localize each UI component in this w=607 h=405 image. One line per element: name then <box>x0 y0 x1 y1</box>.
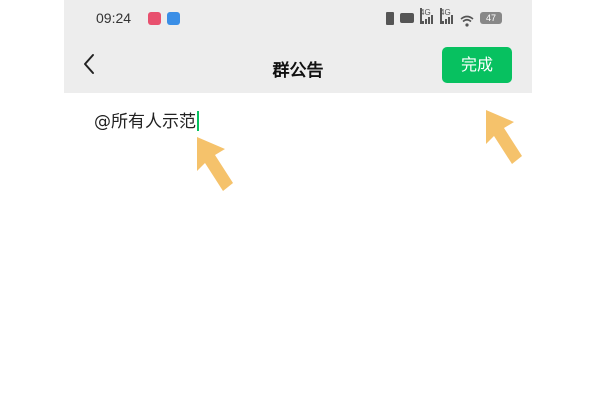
app-notification-icon <box>167 12 180 25</box>
vibrate-icon <box>386 11 394 25</box>
nav-bar: 群公告 完成 <box>64 36 532 93</box>
done-button[interactable]: 完成 <box>442 47 512 83</box>
battery-icon: 47 <box>480 12 502 24</box>
text-cursor <box>197 111 199 131</box>
announcement-editor[interactable]: @所有人示范 <box>64 93 532 405</box>
phone-screen: 09:24 4G 4G 47 群公告 完成 @所有人示范 <box>64 0 532 405</box>
status-icons: 4G 4G 47 <box>386 8 502 27</box>
signal-icon: 4G <box>440 8 454 24</box>
announcement-text: @所有人示范 <box>94 112 196 132</box>
hd-icon <box>400 13 414 23</box>
annotation-arrow-icon <box>197 137 233 191</box>
status-bar: 09:24 4G 4G 47 <box>64 0 532 36</box>
signal-icon: 4G <box>420 8 434 24</box>
status-time: 09:24 <box>96 10 132 26</box>
wifi-icon <box>460 12 474 27</box>
app-notification-icon <box>148 12 161 25</box>
annotation-arrow-icon <box>486 110 522 164</box>
announcement-text-input[interactable]: @所有人示范 <box>94 107 199 132</box>
